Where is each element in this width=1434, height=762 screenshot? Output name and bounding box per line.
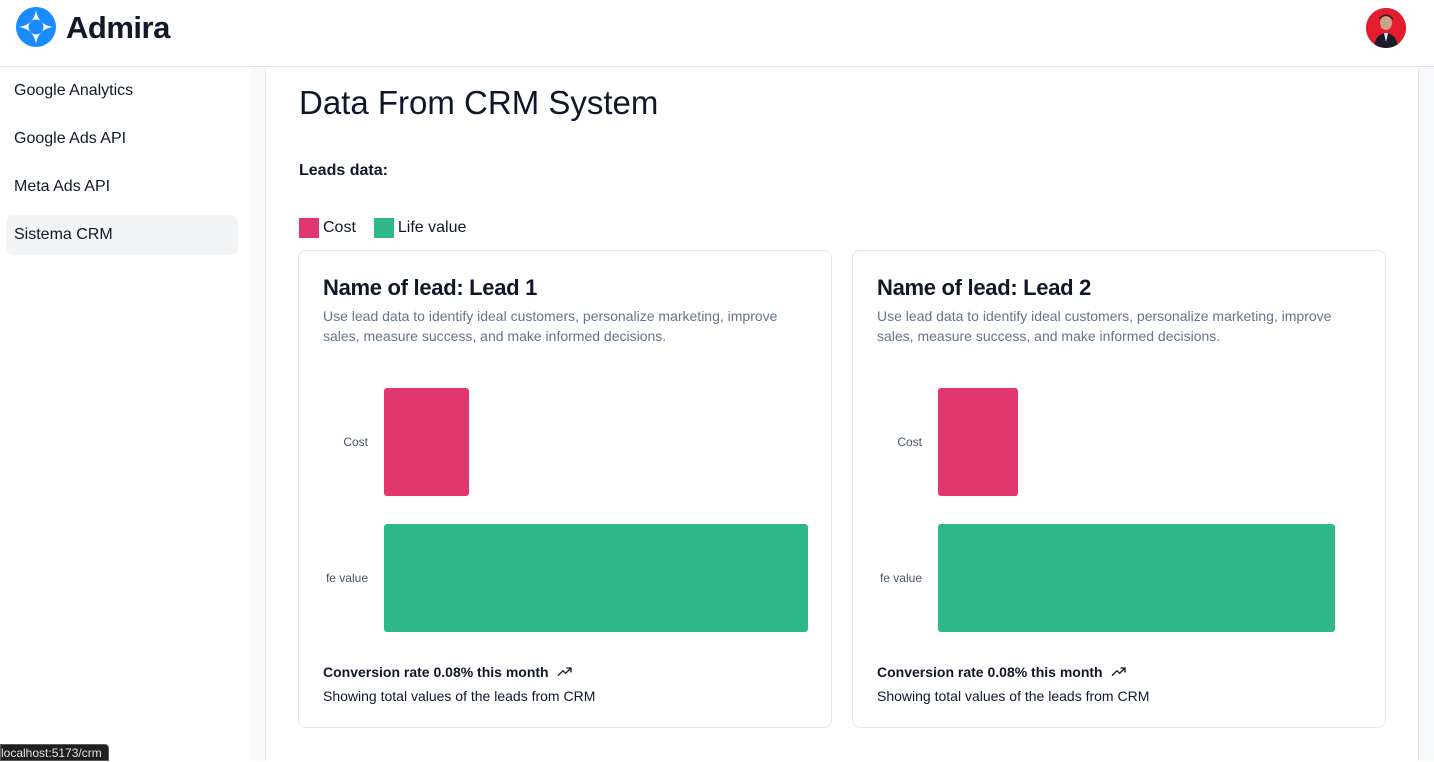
chart-footer-note: Showing total values of the leads from C… [323,688,596,704]
user-avatar[interactable] [1366,8,1406,48]
conversion-rate-text: Conversion rate 0.08% this month [877,664,1103,680]
lead-card-title: Name of lead: Lead 1 [323,275,538,300]
trending-up-icon [1111,667,1126,676]
leads-label: Leads data: [299,162,388,179]
lead-card-description: Use lead data to identify ideal customer… [323,308,778,344]
bar-life-value [384,524,808,632]
avatar-image [1366,8,1406,48]
y-tick-label: Cost [897,435,922,449]
legend-label-cost: Cost [323,219,356,236]
conversion-rate-text: Conversion rate 0.08% this month [323,664,549,680]
legend-item-life-value: Life value [373,218,467,238]
sidebar-item-sistema-crm[interactable]: Sistema CRM [6,215,238,255]
y-tick-label: Cost [343,435,368,449]
brand-name[interactable]: Admira [66,10,170,46]
sidebar-item-google-analytics[interactable]: Google Analytics [6,71,238,111]
conversion-rate: Conversion rate 0.08% this month [323,664,573,680]
legend-swatch-cost [299,218,319,238]
status-bar-url: localhost:5173/crm [0,744,109,761]
bar-cost [384,388,469,496]
legend: Cost Life value [299,218,466,238]
main-content: Data From CRM System Leads data: Cost Li… [265,68,1419,761]
chart-footer-note: Showing total values of the leads from C… [877,688,1150,704]
bar-cost [938,388,1018,496]
lead-card-description: Use lead data to identify ideal customer… [877,308,1332,344]
y-tick-label: fe value [326,571,368,585]
top-bar: Admira [0,0,1434,67]
admira-logo-icon[interactable] [16,7,56,47]
lead-card: Name of lead: Lead 1 Use lead data to id… [298,250,832,728]
trending-up-icon [557,667,572,676]
sidebar-item-meta-ads-api[interactable]: Meta Ads API [6,167,238,207]
lead-bar-chart: Cost fe value [880,388,1335,632]
y-tick-label: fe value [880,571,922,585]
sidebar: Google Analytics Google Ads API Meta Ads… [0,68,250,761]
lead-card: Name of lead: Lead 2 Use lead data to id… [852,250,1386,728]
page-title: Data From CRM System [299,84,659,121]
lead-bar-chart: Cost fe value [326,388,808,632]
legend-item-cost: Cost [299,218,356,238]
conversion-rate: Conversion rate 0.08% this month [877,664,1127,680]
lead-card-title: Name of lead: Lead 2 [877,275,1092,300]
bar-life-value [938,524,1335,632]
sidebar-item-google-ads-api[interactable]: Google Ads API [6,119,238,159]
legend-label-life-value: Life value [397,219,467,236]
legend-swatch-life-value [373,218,394,238]
